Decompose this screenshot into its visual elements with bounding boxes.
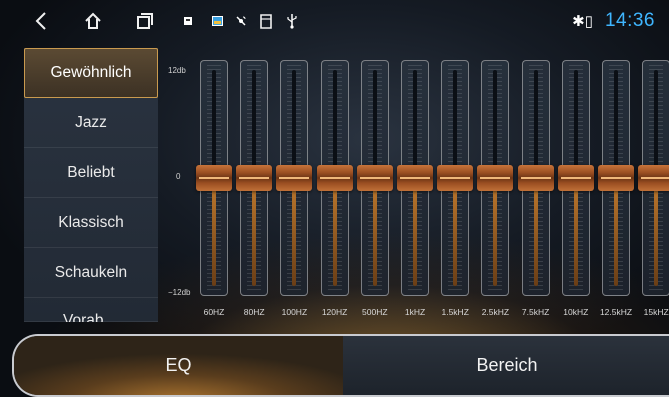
band-frequency-label: 1.5kHZ — [441, 307, 469, 317]
slider-fill — [533, 178, 538, 286]
band-slider[interactable] — [638, 60, 669, 296]
preset-item[interactable]: Klassisch — [24, 198, 158, 248]
usb-icon — [284, 8, 300, 34]
preset-item[interactable]: Gewöhnlich — [24, 48, 158, 98]
slider-knob[interactable] — [196, 165, 232, 191]
preset-list[interactable]: Gewöhnlich Jazz Beliebt Klassisch Schaukeln V… — [24, 48, 158, 322]
preset-item[interactable]: Jazz — [24, 98, 158, 148]
slider-fill — [212, 178, 216, 286]
band-slider[interactable] — [196, 60, 232, 296]
slider-knob[interactable] — [397, 165, 433, 191]
satellite-icon — [233, 8, 249, 34]
band-slider[interactable] — [477, 60, 514, 296]
band-frequency-label: 80HZ — [243, 307, 265, 317]
band-frequency-label: 120HZ — [321, 307, 348, 317]
slider-fill — [332, 178, 337, 286]
media-icon — [180, 8, 196, 34]
slider-fill — [493, 178, 498, 286]
db-scale-bottom: −12db — [168, 288, 191, 297]
preset-item[interactable]: Vorab… — [24, 298, 158, 322]
back-icon[interactable] — [30, 8, 52, 34]
tab-bar: EQ Bereich — [12, 334, 669, 397]
band-slider[interactable] — [437, 60, 474, 296]
slider-knob[interactable] — [276, 165, 313, 191]
preset-item[interactable]: Beliebt — [24, 148, 158, 198]
band-slider[interactable] — [397, 60, 433, 296]
band-frequency-label: 7.5kHZ — [521, 307, 550, 317]
band-frequency-label: 10kHZ — [563, 307, 589, 317]
slider-knob[interactable] — [638, 165, 669, 191]
band-frequency-label: 2.5kHZ — [481, 307, 510, 317]
db-scale-top: 12db — [168, 66, 186, 75]
home-icon[interactable] — [82, 8, 104, 34]
band-slider[interactable] — [517, 60, 554, 296]
slider-knob[interactable] — [598, 165, 634, 191]
band-slider[interactable] — [316, 60, 353, 296]
db-scale-mid: 0 — [176, 172, 181, 181]
preset-item[interactable]: Schaukeln — [24, 248, 158, 298]
slider-knob[interactable] — [356, 165, 393, 191]
tab-bereich[interactable]: Bereich — [343, 336, 669, 395]
slider-fill — [654, 178, 659, 286]
band-frequency-label: 100HZ — [281, 307, 308, 317]
slider-fill — [252, 178, 257, 286]
band-frequency-label: 12.5kHZ — [599, 307, 633, 317]
slider-fill — [573, 178, 578, 286]
slider-fill — [413, 178, 417, 286]
slider-knob[interactable] — [557, 165, 594, 191]
band-frequency-label: 1kHZ — [404, 307, 426, 317]
slider-fill — [453, 178, 458, 286]
bluetooth-icon: ✱▯ — [572, 13, 593, 30]
band-slider[interactable] — [236, 60, 273, 296]
band-slider[interactable] — [598, 60, 634, 296]
clock: 14:36 — [604, 10, 655, 31]
slider-knob[interactable] — [477, 165, 514, 191]
band-frequency-label: 500HZ — [362, 307, 388, 317]
band-slider[interactable] — [356, 60, 393, 296]
slider-knob[interactable] — [517, 165, 554, 191]
sd-card-icon — [257, 8, 275, 34]
slider-knob[interactable] — [316, 165, 353, 191]
slider-fill — [614, 178, 618, 286]
slider-fill — [292, 178, 297, 286]
tab-eq[interactable]: EQ — [14, 336, 343, 395]
equalizer-panel: 12db 0 −12db 60HZ 80HZ 100HZ 120HZ 500HZ 1kHZ… — [160, 50, 669, 325]
slider-fill — [372, 178, 377, 286]
band-slider[interactable] — [276, 60, 313, 296]
slider-knob[interactable] — [437, 165, 474, 191]
slider-knob[interactable] — [236, 165, 273, 191]
band-frequency-label: 15kHZ — [643, 307, 669, 317]
band-frequency-label: 60HZ — [203, 307, 225, 317]
status-bar: ✱▯ 14:36 — [0, 0, 669, 44]
recent-apps-icon[interactable] — [134, 8, 156, 34]
band-slider[interactable] — [557, 60, 594, 296]
picture-icon — [209, 8, 225, 34]
equalizer-screen: ✱▯ 14:36 Gewöhnlich Jazz Beliebt Klassisch S… — [0, 0, 669, 397]
